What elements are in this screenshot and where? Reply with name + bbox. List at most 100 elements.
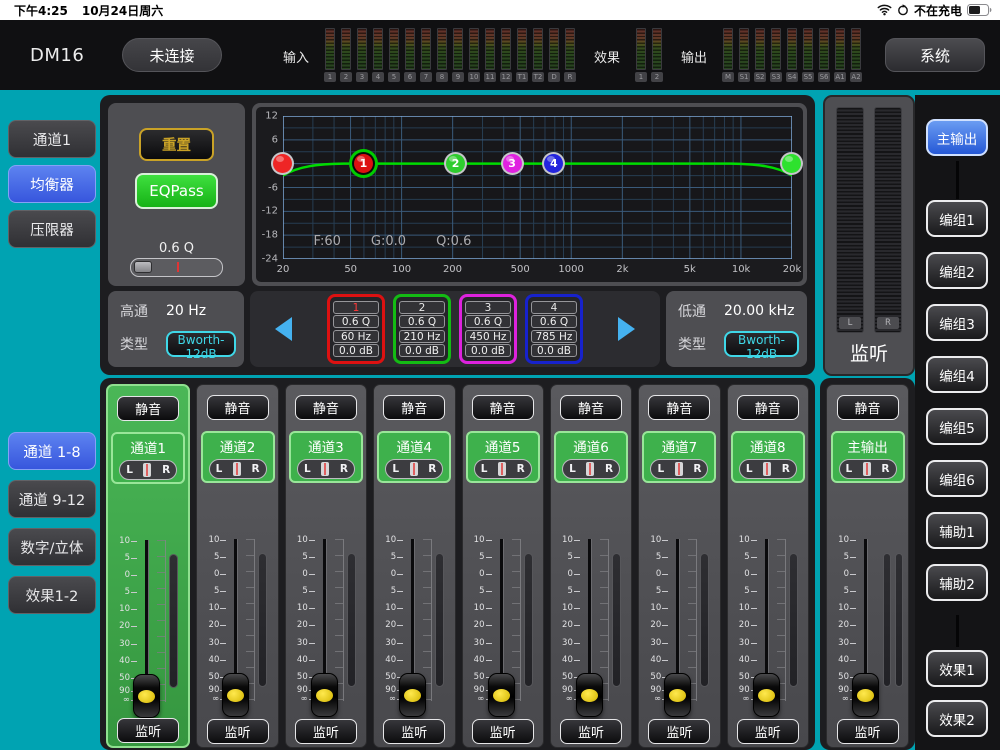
lowpass-type-button[interactable]: Bworth-12dB [724, 331, 799, 361]
next-bands-button[interactable] [613, 312, 639, 346]
eq-band-marker[interactable] [782, 153, 801, 173]
system-button[interactable]: 系统 [885, 38, 985, 72]
listen-button[interactable]: 监听 [117, 718, 180, 743]
pan-control[interactable]: L R [119, 460, 178, 480]
mute-button[interactable]: 静音 [560, 395, 623, 420]
main-output-button[interactable]: 主输出 [926, 119, 988, 156]
eq-band-marker[interactable]: 1 [353, 153, 373, 173]
listen-button[interactable]: 监听 [206, 719, 269, 744]
channel-strip[interactable]: 静音 通道4 L R 10505102030405090∞ [373, 384, 456, 748]
pan-control[interactable]: L R [208, 459, 267, 479]
output-select-button[interactable]: 编组3 [926, 304, 988, 341]
channel-nameplate[interactable]: 通道2 L R [200, 431, 275, 483]
channel-strip[interactable]: 静音 通道2 L R 10505102030405090∞ [196, 384, 279, 748]
listen-button[interactable]: 监听 [383, 719, 446, 744]
pan-control[interactable]: L R [738, 459, 797, 479]
channel-nameplate[interactable]: 通道3 L R [288, 431, 363, 483]
pan-control[interactable]: L R [296, 459, 355, 479]
channel-strip[interactable]: 静音 通道8 L R 10505102030405090∞ [726, 384, 809, 748]
master-strip[interactable]: 静音 主输出 L R 10505102030405090∞ [826, 384, 909, 748]
eq-reset-button[interactable]: 重置 [139, 128, 214, 161]
listen-button[interactable]: 监听 [648, 719, 711, 744]
eq-band-marker[interactable]: 2 [446, 153, 466, 173]
fader-handle[interactable] [575, 673, 603, 717]
fader-handle[interactable] [133, 674, 160, 718]
output-select-button[interactable]: 编组6 [926, 460, 988, 497]
channel-strip[interactable]: 静音 通道3 L R 10505102030405090∞ [284, 384, 368, 748]
layer-tab[interactable]: 通道 9-12 [8, 480, 96, 518]
output-select-button[interactable]: 编组1 [926, 200, 988, 237]
master-mute-button[interactable]: 静音 [836, 395, 899, 420]
channel-nameplate[interactable]: 通道6 L R [554, 431, 629, 483]
pan-control[interactable]: L R [385, 459, 444, 479]
fader-scale-label: 10 [286, 535, 315, 545]
left-tab[interactable]: 通道1 [8, 120, 96, 158]
eq-band-box[interactable]: 2 0.6 Q 210 Hz 0.0 dB [393, 294, 451, 364]
fader-handle[interactable] [310, 673, 338, 717]
fx-select-button[interactable]: 效果1 [926, 650, 988, 687]
layer-tab[interactable]: 效果1-2 [8, 576, 96, 614]
master-listen-button[interactable]: 监听 [836, 719, 899, 744]
channel-strip[interactable]: 静音 通道7 L R 10505102030405090∞ [638, 384, 721, 748]
level-meter: S2 [754, 28, 767, 90]
fader-scale-label: 10 [551, 535, 580, 545]
eq-band-marker[interactable] [273, 153, 292, 173]
level-meter: 4 [372, 28, 385, 90]
layer-tab[interactable]: 通道 1-8 [8, 432, 96, 470]
channel-nameplate[interactable]: 通道1 L R [111, 432, 186, 484]
q-slider-handle[interactable] [134, 261, 152, 273]
pan-control[interactable]: L R [473, 459, 532, 479]
level-meter: T1 [516, 28, 529, 90]
channel-strip[interactable]: 静音 通道1 L R 10505102030405090∞ [106, 384, 191, 748]
fader-handle[interactable] [664, 673, 692, 717]
channel-strip[interactable]: 静音 通道6 L R 10505102030405090∞ [549, 384, 633, 748]
channel-strip[interactable]: 静音 通道5 L R 10505102030405090∞ [461, 384, 544, 748]
level-meter: S3 [770, 28, 783, 90]
mute-button[interactable]: 静音 [206, 395, 269, 420]
fader-handle[interactable] [487, 673, 515, 717]
left-tab[interactable]: 均衡器 [8, 165, 96, 203]
mute-button[interactable]: 静音 [117, 396, 180, 421]
mute-button[interactable]: 静音 [648, 395, 711, 420]
left-tab[interactable]: 压限器 [8, 210, 96, 248]
eq-plot[interactable]: 1 2 3 4 F:60 G:0.0 Q:0.6 [273, 116, 801, 259]
pan-control[interactable]: L R [562, 459, 621, 479]
layer-tab[interactable]: 数字/立体 [8, 528, 96, 566]
eq-band-marker[interactable]: 3 [502, 153, 522, 173]
eq-band-marker[interactable]: 4 [544, 153, 564, 173]
eq-pass-button[interactable]: EQPass [135, 173, 218, 209]
fx-select-button[interactable]: 效果2 [926, 700, 988, 737]
mute-button[interactable]: 静音 [383, 395, 446, 420]
listen-button[interactable]: 监听 [294, 719, 357, 744]
listen-button[interactable]: 监听 [560, 719, 623, 744]
connection-status-button[interactable]: 未连接 [122, 38, 222, 72]
output-select-button[interactable]: 编组2 [926, 252, 988, 289]
q-slider[interactable] [130, 258, 223, 277]
channel-nameplate[interactable]: 通道4 L R [377, 431, 452, 483]
output-select-button[interactable]: 编组5 [926, 408, 988, 445]
fader-handle[interactable] [222, 673, 250, 717]
output-select-button[interactable]: 编组4 [926, 356, 988, 393]
eq-band-box[interactable]: 3 0.6 Q 450 Hz 0.0 dB [459, 294, 517, 364]
channel-nameplate[interactable]: 通道5 L R [465, 431, 540, 483]
output-select-button[interactable]: 辅助2 [926, 564, 988, 601]
prev-bands-button[interactable] [271, 312, 297, 346]
fader-scale-label: 30 [197, 638, 227, 648]
eq-band-box[interactable]: 4 0.6 Q 785 Hz 0.0 dB [525, 294, 583, 364]
listen-button[interactable]: 监听 [736, 719, 799, 744]
listen-button[interactable]: 监听 [471, 719, 534, 744]
mute-button[interactable]: 静音 [294, 395, 357, 420]
output-select-button[interactable]: 辅助1 [926, 512, 988, 549]
mute-button[interactable]: 静音 [736, 395, 799, 420]
channel-nameplate[interactable]: 通道8 L R [730, 431, 805, 483]
channel-nameplate[interactable]: 通道7 L R [642, 431, 717, 483]
highpass-type-button[interactable]: Bworth-12dB [166, 331, 236, 361]
master-pan-control[interactable]: L R [838, 459, 897, 479]
eq-band-box[interactable]: 1 0.6 Q 60 Hz 0.0 dB [327, 294, 385, 364]
master-nameplate[interactable]: 主输出 L R [830, 431, 905, 483]
mute-button[interactable]: 静音 [471, 395, 534, 420]
fader-handle[interactable] [752, 673, 780, 717]
fader-handle[interactable] [399, 673, 427, 717]
pan-control[interactable]: L R [650, 459, 709, 479]
master-fader-handle[interactable] [852, 673, 879, 717]
